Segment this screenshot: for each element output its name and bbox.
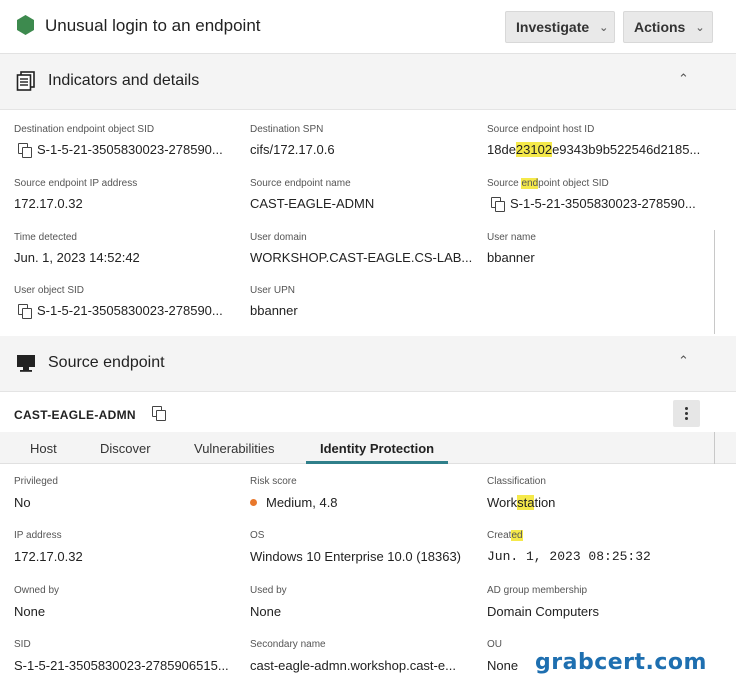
source-section-header[interactable]: Source endpoint ⌃	[0, 336, 736, 392]
src-sid-label-part: Source	[487, 178, 522, 189]
actions-label: Actions	[634, 19, 686, 35]
chevron-up-icon[interactable]: ⌃	[678, 353, 689, 369]
secondary-name-label: Secondary name	[250, 639, 326, 650]
src-host-id-value: 18de 23102 e9343b9b522546d2185...	[487, 142, 700, 157]
classification-value: Work sta tion	[487, 495, 555, 510]
ip-label: IP address	[14, 530, 62, 541]
src-sid-label-highlight: end	[521, 178, 539, 189]
chevron-up-icon[interactable]: ⌃	[678, 71, 689, 87]
ou-value: None	[487, 658, 519, 673]
documents-icon	[16, 71, 35, 91]
domain-label: User domain	[250, 232, 307, 243]
used-value: None	[250, 604, 282, 619]
created-label-highlight: ed	[511, 530, 523, 541]
used-label: Used by	[250, 585, 287, 596]
user-sid-value[interactable]: S-1-5-21-3505830023-278590...	[18, 303, 223, 319]
src-host-id-part: 18de	[487, 142, 516, 157]
source-tabs: Host Discover Vulnerabilities Identity P…	[0, 432, 736, 464]
created-label-part: Creat	[487, 530, 512, 541]
copy-icon[interactable]	[18, 304, 32, 319]
src-name-label: Source endpoint name	[250, 178, 351, 189]
detection-header: Unusual login to an endpoint Investigate…	[0, 0, 736, 54]
src-ip-value: 172.17.0.32	[14, 196, 83, 211]
dest-spn-value: cifs/172.17.0.6	[250, 142, 335, 157]
risk-medium-dot-icon	[250, 499, 257, 506]
user-sid-text: S-1-5-21-3505830023-278590...	[37, 303, 223, 318]
owned-label: Owned by	[14, 585, 60, 596]
risk-label: Risk score	[250, 476, 297, 487]
copy-icon[interactable]	[152, 406, 166, 421]
os-value: Windows 10 Enterprise 10.0 (18363)	[250, 549, 462, 564]
more-options-icon[interactable]	[673, 400, 700, 427]
tab-discover[interactable]: Discover	[100, 441, 151, 456]
detection-status-icon	[17, 15, 34, 35]
tab-identity-protection[interactable]: Identity Protection	[320, 441, 434, 456]
username-label: User name	[487, 232, 536, 243]
username-value: bbanner	[487, 250, 535, 265]
privileged-value: No	[14, 495, 31, 510]
src-ip-label: Source endpoint IP address	[14, 178, 138, 189]
watermark-text: grabcert.com	[535, 650, 707, 675]
indicators-title: Indicators and details	[48, 72, 200, 89]
actions-button[interactable]: Actions ⌄	[623, 11, 713, 43]
investigate-label: Investigate	[516, 19, 590, 35]
src-sid-value[interactable]: S-1-5-21-3505830023-278590...	[491, 196, 696, 212]
domain-value: WORKSHOP.CAST-EAGLE.CS-LAB...	[250, 250, 473, 265]
src-host-id-highlight: 23102	[515, 142, 553, 157]
chevron-down-icon: ⌄	[695, 21, 705, 34]
sid-label: SID	[14, 639, 31, 650]
upn-value: bbanner	[250, 303, 298, 318]
user-sid-label: User object SID	[14, 285, 85, 296]
dest-sid-value[interactable]: S-1-5-21-3505830023-278590...	[18, 142, 223, 158]
indicators-section-header[interactable]: Indicators and details ⌃	[0, 54, 736, 110]
risk-value: Medium, 4.8	[250, 495, 338, 510]
dest-spn-label: Destination SPN	[250, 124, 324, 135]
upn-label: User UPN	[250, 285, 296, 296]
tab-host[interactable]: Host	[30, 441, 57, 456]
dest-sid-text: S-1-5-21-3505830023-278590...	[37, 142, 223, 157]
host-name: CAST-EAGLE-ADMN	[14, 408, 136, 422]
ip-value: 172.17.0.32	[14, 549, 83, 564]
secondary-name-value: cast-eagle-admn.workshop.cast-e...	[250, 658, 456, 673]
classification-part: Work	[487, 495, 518, 510]
monitor-icon	[17, 355, 35, 372]
classification-highlight: sta	[517, 495, 535, 510]
src-host-id-label: Source endpoint host ID	[487, 124, 595, 135]
adgroup-label: AD group membership	[487, 585, 588, 596]
risk-text: Medium, 4.8	[266, 495, 338, 510]
tab-vulnerabilities[interactable]: Vulnerabilities	[194, 441, 274, 456]
owned-value: None	[14, 604, 46, 619]
src-host-id-part: e9343b9b522546d2185...	[552, 142, 701, 157]
classification-label: Classification	[487, 476, 546, 487]
os-label: OS	[250, 530, 265, 541]
src-sid-text: S-1-5-21-3505830023-278590...	[510, 196, 696, 211]
host-row: CAST-EAGLE-ADMN	[0, 392, 736, 432]
src-name-value: CAST-EAGLE-ADMN	[250, 196, 375, 211]
time-value: Jun. 1, 2023 14:52:42	[14, 250, 140, 265]
ou-label: OU	[487, 639, 502, 650]
sid-value: S-1-5-21-3505830023-2785906515...	[14, 658, 229, 673]
scrollbar-track[interactable]	[714, 432, 715, 464]
created-label: Created	[487, 530, 523, 541]
adgroup-value: Domain Computers	[487, 604, 599, 619]
scrollbar-track[interactable]	[714, 230, 715, 334]
time-label: Time detected	[14, 232, 77, 243]
src-sid-label: Source endpoint object SID	[487, 178, 609, 189]
created-value: Jun. 1, 2023 08:25:32	[487, 549, 651, 564]
active-tab-indicator	[306, 461, 448, 464]
classification-part: tion	[534, 495, 556, 510]
dest-sid-label: Destination endpoint object SID	[14, 124, 155, 135]
copy-icon[interactable]	[491, 197, 505, 212]
chevron-down-icon: ⌄	[599, 21, 609, 34]
source-title: Source endpoint	[48, 354, 165, 371]
src-sid-label-part: point object SID	[538, 178, 609, 189]
copy-icon[interactable]	[18, 143, 32, 158]
privileged-label: Privileged	[14, 476, 58, 487]
detection-title: Unusual login to an endpoint	[45, 16, 261, 35]
investigate-button[interactable]: Investigate ⌄	[505, 11, 615, 43]
